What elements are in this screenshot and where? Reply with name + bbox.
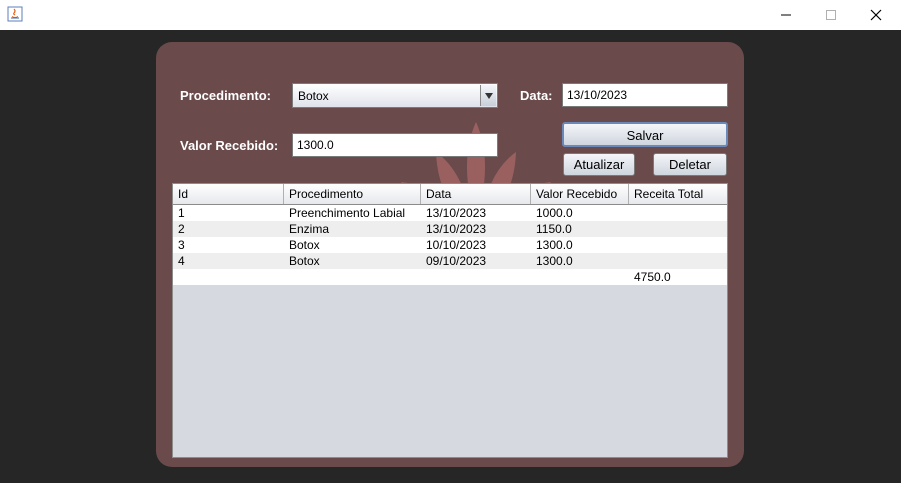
cell-data: 13/10/2023: [426, 222, 487, 236]
close-button[interactable]: [853, 0, 899, 30]
column-header-procedimento[interactable]: Procedimento: [284, 184, 421, 204]
table-row[interactable]: 2 Enzima 13/10/2023 1150.0: [173, 221, 727, 237]
cell-data: 10/10/2023: [426, 238, 487, 252]
cell-procedimento: Botox: [289, 238, 320, 252]
data-label: Data:: [520, 88, 553, 103]
cell-data: 13/10/2023: [426, 206, 487, 220]
cell-id: 1: [178, 206, 185, 220]
cell-procedimento: Enzima: [289, 222, 330, 236]
table-row[interactable]: 3 Botox 10/10/2023 1300.0: [173, 237, 727, 253]
cell-id: 4: [178, 254, 185, 268]
table-row[interactable]: 4750.0: [173, 269, 727, 285]
chevron-down-icon[interactable]: [480, 85, 496, 106]
valor-recebido-input[interactable]: 1300.0: [292, 133, 498, 157]
procedimento-select[interactable]: Botox: [292, 83, 498, 108]
minimize-icon: [781, 14, 791, 16]
data-input[interactable]: 13/10/2023: [562, 83, 728, 107]
cell-id: 3: [178, 238, 185, 252]
column-header-data[interactable]: Data: [421, 184, 531, 204]
cell-valor-recebido: 1000.0: [536, 206, 573, 220]
cell-valor-recebido: 1300.0: [536, 254, 573, 268]
valor-recebido-label: Valor Recebido:: [180, 138, 279, 153]
table-header: Id Procedimento Data Valor Recebido Rece…: [173, 184, 727, 205]
table-row[interactable]: 1 Preenchimento Labial 13/10/2023 1000.0: [173, 205, 727, 221]
close-icon: [870, 9, 882, 21]
java-app-icon: [7, 6, 23, 22]
minimize-button[interactable]: [763, 0, 809, 30]
column-header-receita-total[interactable]: Receita Total: [629, 184, 727, 204]
title-bar: [0, 0, 901, 30]
cell-procedimento: Botox: [289, 254, 320, 268]
table-row[interactable]: 4 Botox 09/10/2023 1300.0: [173, 253, 727, 269]
cell-id: 2: [178, 222, 185, 236]
cell-valor-recebido: 1300.0: [536, 238, 573, 252]
maximize-icon: [826, 10, 836, 20]
column-header-valor-recebido[interactable]: Valor Recebido: [531, 184, 629, 204]
atualizar-button[interactable]: Atualizar: [563, 153, 635, 176]
cell-procedimento: Preenchimento Labial: [289, 206, 406, 220]
procedimentos-table[interactable]: Id Procedimento Data Valor Recebido Rece…: [172, 183, 728, 458]
maximize-button[interactable]: [808, 0, 854, 30]
column-header-id[interactable]: Id: [173, 184, 284, 204]
deletar-button[interactable]: Deletar: [653, 153, 727, 176]
salvar-button[interactable]: Salvar: [562, 122, 728, 147]
cell-valor-recebido: 1150.0: [536, 222, 572, 236]
procedimento-label: Procedimento:: [180, 88, 272, 103]
cell-data: 09/10/2023: [426, 254, 487, 268]
cell-receita-total: 4750.0: [634, 270, 671, 284]
procedimento-selected-value: Botox: [298, 89, 329, 103]
